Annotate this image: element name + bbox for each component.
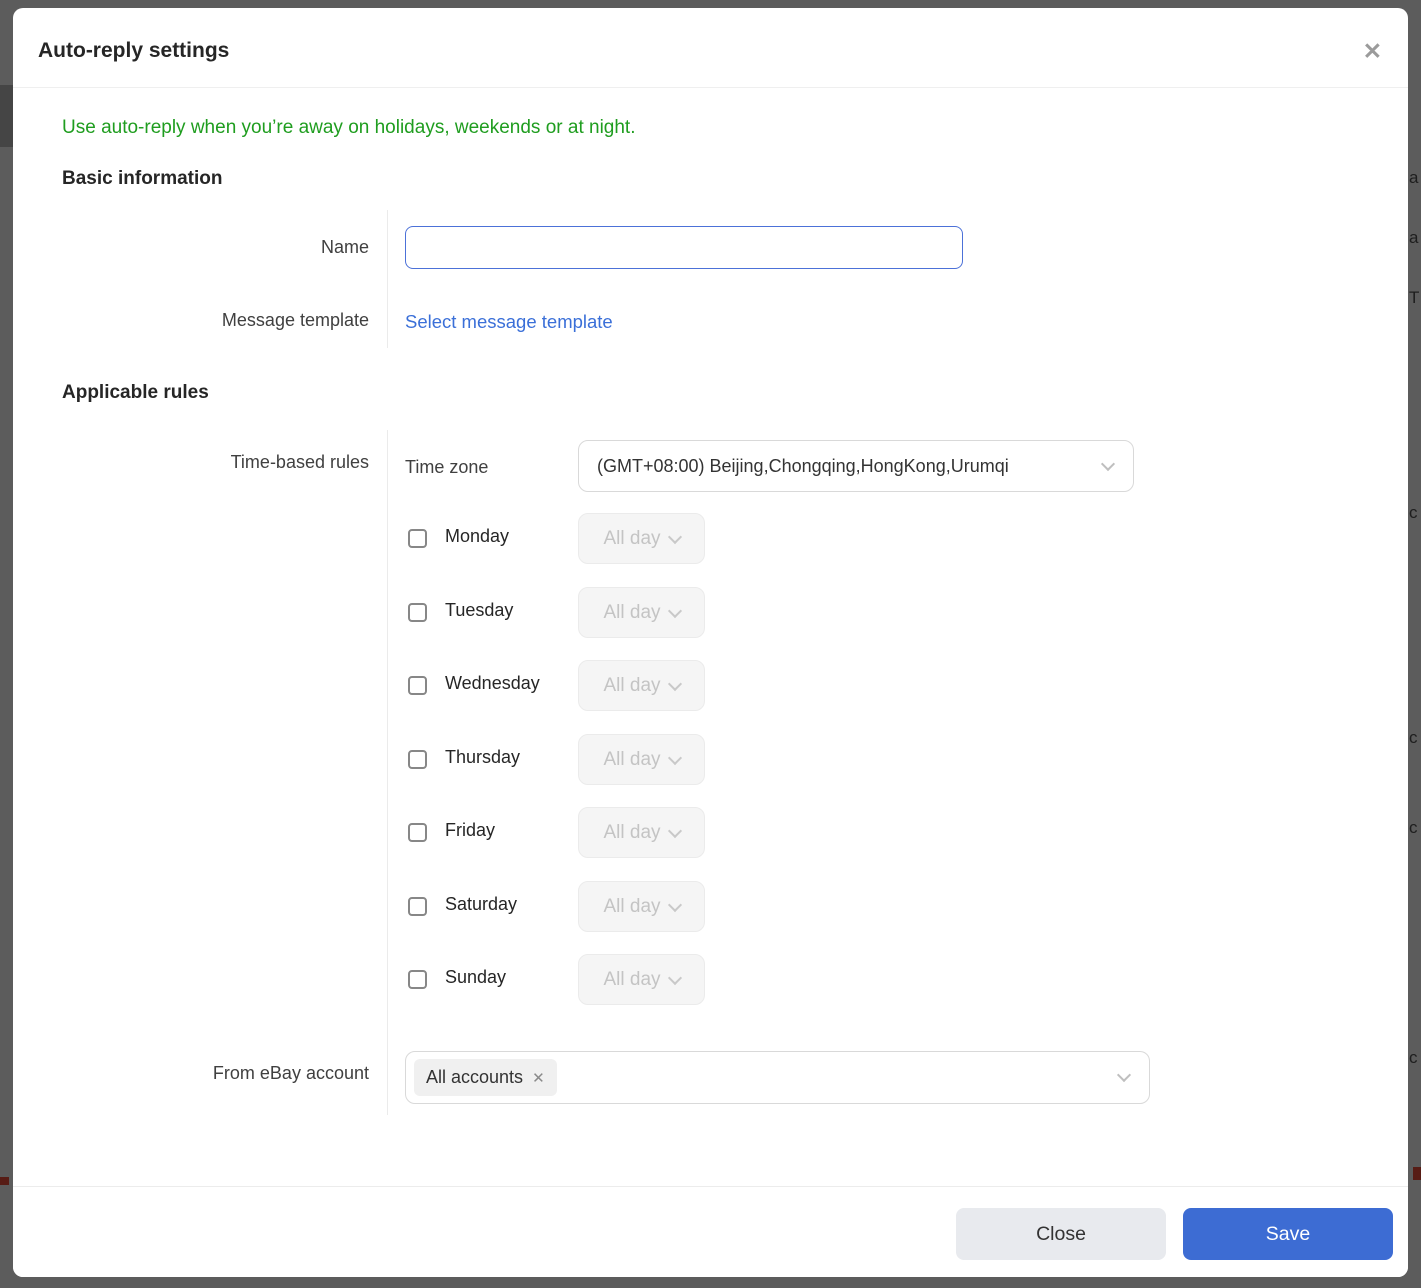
chevron-down-icon xyxy=(1100,456,1116,472)
auto-reply-notice: Use auto-reply when you’re away on holid… xyxy=(62,117,636,138)
ebay-account-select[interactable]: All accounts ✕ xyxy=(405,1051,1150,1104)
day-label: Thursday xyxy=(445,747,521,767)
allday-dropdown-monday[interactable]: All day xyxy=(578,513,705,564)
day-row-thursday: Thursday All day xyxy=(13,734,1408,785)
allday-dropdown-sunday[interactable]: All day xyxy=(578,954,705,1005)
checkbox-sunday[interactable] xyxy=(408,970,427,989)
day-row-saturday: Saturday All day xyxy=(13,881,1408,932)
name-input[interactable] xyxy=(405,226,963,269)
allday-dropdown-thursday[interactable]: All day xyxy=(578,734,705,785)
basic-information-heading: Basic information xyxy=(62,168,223,189)
allday-label: All day xyxy=(603,748,661,770)
save-button[interactable]: Save xyxy=(1183,1208,1393,1260)
auto-reply-settings-modal: Auto-reply settings ✕ Use auto-reply whe… xyxy=(13,8,1408,1277)
allday-label: All day xyxy=(603,674,661,696)
checkbox-friday[interactable] xyxy=(408,823,427,842)
day-row-friday: Friday All day xyxy=(13,807,1408,858)
from-ebay-account-label: From eBay account xyxy=(212,1063,369,1083)
chevron-down-icon xyxy=(667,750,682,765)
allday-dropdown-saturday[interactable]: All day xyxy=(578,881,705,932)
day-label: Monday xyxy=(445,526,510,546)
backdrop-text-fragment: a xyxy=(1409,228,1419,247)
backdrop-dark-band xyxy=(0,85,13,147)
backdrop-text-fragment: c xyxy=(1409,728,1418,747)
day-label: Sunday xyxy=(445,967,507,987)
chevron-down-icon xyxy=(667,823,682,838)
account-tag-label: All accounts xyxy=(426,1067,524,1087)
backdrop-red-fragment-right xyxy=(1413,1167,1421,1180)
allday-dropdown-friday[interactable]: All day xyxy=(578,807,705,858)
basic-group-divider xyxy=(387,210,388,348)
close-icon[interactable]: ✕ xyxy=(1363,38,1382,64)
checkbox-wednesday[interactable] xyxy=(408,676,427,695)
time-zone-label: Time zone xyxy=(405,457,489,477)
checkbox-monday[interactable] xyxy=(408,529,427,548)
backdrop-red-fragment-left xyxy=(0,1177,9,1185)
time-zone-value: (GMT+08:00) Beijing,Chongqing,HongKong,U… xyxy=(597,455,1009,476)
message-template-label: Message template xyxy=(221,310,369,330)
backdrop-text-fragment: T xyxy=(1409,288,1420,307)
day-label: Friday xyxy=(445,820,496,840)
applicable-rules-heading: Applicable rules xyxy=(62,382,209,403)
modal-title: Auto-reply settings xyxy=(38,39,230,62)
close-button[interactable]: Close xyxy=(956,1208,1166,1260)
day-row-wednesday: Wednesday All day xyxy=(13,660,1408,711)
backdrop-text-fragment: c xyxy=(1409,818,1418,837)
chevron-down-icon xyxy=(667,676,682,691)
day-row-monday: Monday All day xyxy=(13,513,1408,564)
allday-dropdown-tuesday[interactable]: All day xyxy=(578,587,705,638)
time-based-rules-label: Time-based rules xyxy=(230,452,369,472)
allday-label: All day xyxy=(603,821,661,843)
checkbox-tuesday[interactable] xyxy=(408,603,427,622)
day-row-sunday: Sunday All day xyxy=(13,954,1408,1005)
day-row-tuesday: Tuesday All day xyxy=(13,587,1408,638)
backdrop-text-fragment: c xyxy=(1409,1048,1418,1067)
checkbox-thursday[interactable] xyxy=(408,750,427,769)
select-message-template-link[interactable]: Select message template xyxy=(405,311,613,333)
modal-footer: Close Save xyxy=(13,1186,1408,1277)
checkbox-saturday[interactable] xyxy=(408,897,427,916)
day-label: Wednesday xyxy=(445,673,540,693)
chevron-down-icon xyxy=(667,970,682,985)
time-zone-select[interactable]: (GMT+08:00) Beijing,Chongqing,HongKong,U… xyxy=(578,440,1134,492)
account-tag: All accounts ✕ xyxy=(414,1059,557,1096)
chevron-down-icon xyxy=(1116,1067,1132,1083)
allday-label: All day xyxy=(603,895,661,917)
allday-label: All day xyxy=(603,601,661,623)
allday-label: All day xyxy=(603,968,661,990)
day-label: Tuesday xyxy=(445,600,514,620)
allday-label: All day xyxy=(603,527,661,549)
modal-header: Auto-reply settings ✕ xyxy=(13,8,1408,88)
backdrop-text-fragment: c xyxy=(1409,503,1418,522)
remove-tag-icon[interactable]: ✕ xyxy=(532,1069,545,1087)
chevron-down-icon xyxy=(667,603,682,618)
chevron-down-icon xyxy=(667,897,682,912)
chevron-down-icon xyxy=(667,529,682,544)
day-label: Saturday xyxy=(445,894,518,914)
name-label: Name xyxy=(320,237,369,257)
allday-dropdown-wednesday[interactable]: All day xyxy=(578,660,705,711)
backdrop-text-fragment: a xyxy=(1409,168,1419,187)
